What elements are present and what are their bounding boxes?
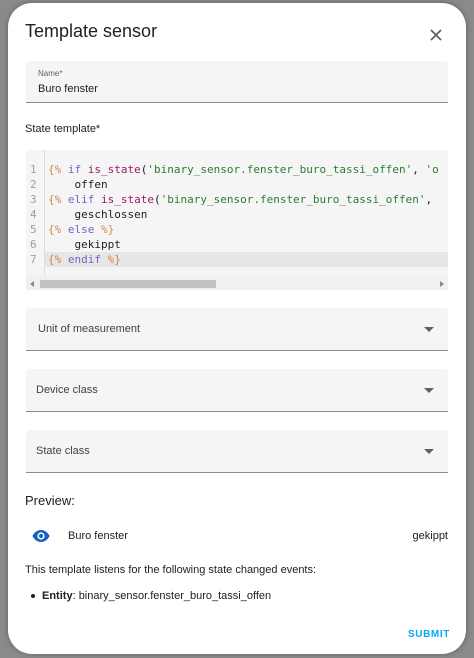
unit-of-measurement-select[interactable]: Unit of measurement (26, 308, 448, 351)
chevron-down-icon (424, 388, 434, 393)
chevron-down-icon (424, 449, 434, 454)
line-content: {% elif is_state('binary_sensor.fenster_… (48, 192, 432, 207)
scroll-right-icon[interactable] (440, 281, 444, 287)
preview-entity-row[interactable]: Buro fenster gekippt (26, 521, 448, 553)
code-token: , (412, 163, 426, 176)
preview-entity-name: Buro fenster (68, 530, 128, 542)
line-content: gekippt (48, 237, 121, 252)
code-token: %} (101, 223, 115, 236)
name-field-label: Name* (38, 69, 63, 78)
line-content: {% endif %} (48, 252, 121, 267)
line-number: 3 (30, 193, 37, 206)
eye-icon (32, 529, 50, 543)
device-class-select[interactable]: Device class (26, 369, 448, 412)
entity-id: binary_sensor.fenster_buro_tassi_offen (78, 590, 272, 602)
state-class-label: State class (36, 445, 90, 457)
line-number: 5 (30, 223, 37, 236)
name-input[interactable]: Buro fenster (38, 83, 98, 95)
code-token: {% (48, 193, 62, 206)
code-token: {% (48, 163, 62, 176)
horizontal-scrollbar[interactable] (26, 276, 448, 290)
code-token: endif (67, 253, 101, 266)
code-token: 'binary_sensor.fenster_buro_tassi_offen' (147, 163, 413, 176)
listened-entity-item: Entity: binary_sensor.fenster_buro_tassi… (31, 590, 272, 602)
line-content: {% else %} (48, 222, 114, 237)
code-token: else (67, 223, 95, 236)
line-number: 7 (30, 253, 37, 266)
code-token: {% (48, 223, 62, 236)
line-content: offen (48, 177, 108, 192)
entity-label: Entity (42, 590, 73, 602)
scrollbar-thumb[interactable] (40, 280, 216, 288)
submit-button[interactable]: SUBMIT (408, 629, 450, 640)
code-token: %} (107, 253, 121, 266)
code-token: gekippt (48, 238, 121, 251)
unit-select-label: Unit of measurement (38, 323, 141, 335)
code-token: 'binary_sensor.fenster_buro_tassi_offen' (160, 193, 426, 206)
code-token: offen (48, 178, 108, 191)
code-token: 'o (425, 163, 439, 176)
code-token: {% (48, 253, 62, 266)
template-code-editor[interactable]: 1 {% if is_state('binary_sensor.fenster_b… (26, 150, 448, 290)
state-class-select[interactable]: State class (26, 430, 448, 473)
line-number: 6 (30, 238, 37, 251)
code-token: geschlossen (48, 208, 148, 221)
code-token: , (425, 193, 433, 206)
line-number: 2 (30, 178, 37, 191)
close-icon[interactable] (426, 25, 446, 45)
name-field[interactable]: Name* Buro fenster (26, 61, 448, 103)
template-sensor-dialog: Template sensor Name* Buro fenster State… (8, 3, 466, 654)
preview-entity-state: gekippt (412, 530, 448, 542)
line-number: 4 (30, 208, 37, 221)
scroll-left-icon[interactable] (30, 281, 34, 287)
bullet-icon (31, 594, 35, 598)
listen-description: This template listens for the following … (25, 564, 317, 576)
line-number: 1 (30, 163, 37, 176)
code-token: is_state (87, 163, 141, 176)
code-token: elif (67, 193, 95, 206)
entity-separator: : (72, 590, 76, 602)
state-template-label: State template* (25, 123, 101, 135)
preview-label: Preview: (25, 493, 75, 508)
line-content: {% if is_state('binary_sensor.fenster_bu… (48, 162, 439, 177)
dialog-title: Template sensor (25, 21, 158, 41)
chevron-down-icon (424, 327, 434, 332)
line-content: geschlossen (48, 207, 147, 222)
code-token: if (67, 163, 82, 176)
device-class-label: Device class (36, 384, 98, 396)
code-token: ( (153, 193, 161, 206)
code-token: is_state (101, 193, 154, 206)
